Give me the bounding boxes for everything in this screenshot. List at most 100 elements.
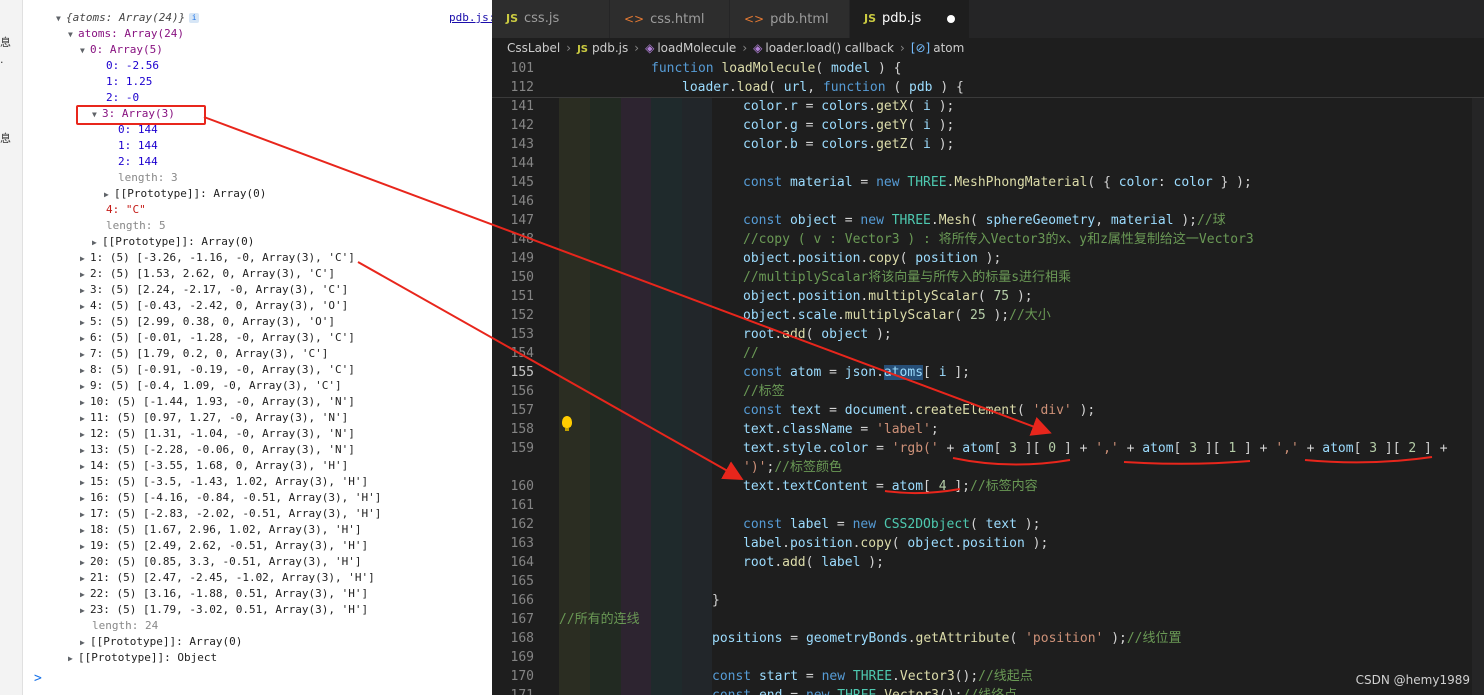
expand-arrow-icon[interactable]: ▶ bbox=[80, 555, 90, 571]
code-line[interactable]: text.style.color = 'rgb(' + atom[ 3 ][ 0… bbox=[743, 439, 1448, 458]
expand-arrow-icon[interactable]: ▶ bbox=[80, 411, 90, 427]
expand-arrow-icon[interactable]: ▶ bbox=[80, 283, 90, 299]
expand-arrow-icon[interactable]: ▶ bbox=[80, 635, 90, 651]
expand-arrow-icon[interactable]: ▶ bbox=[80, 507, 90, 523]
code-line[interactable]: const material = new THREE.MeshPhongMate… bbox=[743, 173, 1252, 192]
unsaved-dot-icon[interactable] bbox=[947, 15, 955, 23]
expand-arrow-icon[interactable]: ▶ bbox=[80, 571, 90, 587]
expand-arrow-icon[interactable]: ▶ bbox=[80, 299, 90, 315]
code-line[interactable]: object.scale.multiplyScalar( 25 );//大小 bbox=[743, 306, 1051, 325]
code-line[interactable]: positions = geometryBonds.getAttribute( … bbox=[712, 629, 1182, 648]
atom-0-prototype-node[interactable]: ▶ [[Prototype]]: Array(0) bbox=[92, 234, 254, 250]
code-line[interactable]: color.b = colors.getZ( i ); bbox=[743, 135, 954, 154]
breadcrumb-item[interactable]: loader.load() callback bbox=[765, 41, 894, 55]
atom-row[interactable]: ▶ 16: (5) [-4.16, -0.84, -0.51, Array(3),… bbox=[80, 490, 381, 506]
sticky-line[interactable]: loader.load( url, function ( pdb ) { bbox=[682, 78, 964, 97]
atom-row[interactable]: ▶ 21: (5) [2.47, -2.45, -1.02, Array(3), … bbox=[80, 570, 375, 586]
code-line[interactable]: const object = new THREE.Mesh( sphereGeo… bbox=[743, 211, 1226, 230]
atom-row[interactable]: ▶ 22: (5) [3.16, -1.88, 0.51, Array(3), '… bbox=[80, 586, 368, 602]
expand-arrow-icon[interactable]: ▶ bbox=[92, 235, 102, 251]
color-prototype-node[interactable]: ▶ [[Prototype]]: Array(0) bbox=[104, 186, 266, 202]
code-line[interactable]: const end = new THREE.Vector3();//线终点 bbox=[712, 686, 1017, 695]
atom-row[interactable]: ▶ 3: (5) [2.24, -2.17, -0, Array(3), 'C'] bbox=[80, 282, 348, 298]
atom-row[interactable]: ▶ 10: (5) [-1.44, 1.93, -0, Array(3), 'N'… bbox=[80, 394, 355, 410]
atom-row[interactable]: ▶ 17: (5) [-2.83, -2.02, -0.51, Array(3),… bbox=[80, 506, 381, 522]
atom-row[interactable]: ▶ 11: (5) [0.97, 1.27, -0, Array(3), 'N'] bbox=[80, 410, 348, 426]
atom-row[interactable]: ▶ 9: (5) [-0.4, 1.09, -0, Array(3), 'C'] bbox=[80, 378, 342, 394]
console-prompt[interactable]: > bbox=[34, 671, 42, 686]
tab-pdb-js[interactable]: JS pdb.js bbox=[850, 0, 970, 38]
collapse-arrow-icon[interactable]: ▼ bbox=[80, 43, 90, 59]
expand-arrow-icon[interactable]: ▶ bbox=[80, 267, 90, 283]
minimap[interactable] bbox=[1472, 59, 1484, 695]
expand-arrow-icon[interactable]: ▶ bbox=[80, 475, 90, 491]
expand-arrow-icon[interactable]: ▶ bbox=[80, 587, 90, 603]
expand-arrow-icon[interactable]: ▶ bbox=[80, 523, 90, 539]
code-line[interactable]: root.add( label ); bbox=[743, 553, 884, 572]
code-line[interactable]: const atom = json.atoms[ i ]; bbox=[743, 363, 970, 382]
code-line[interactable]: object.position.copy( position ); bbox=[743, 249, 1001, 268]
expand-arrow-icon[interactable]: ▶ bbox=[80, 315, 90, 331]
expand-arrow-icon[interactable]: ▶ bbox=[80, 491, 90, 507]
code-line[interactable]: //copy ( v : Vector3 ) : 将所传入Vector3的x、y… bbox=[743, 230, 1254, 249]
code-line[interactable]: text.className = 'label'; bbox=[743, 420, 939, 439]
code-line[interactable]: color.r = colors.getX( i ); bbox=[743, 97, 954, 116]
breadcrumb-item[interactable]: loadMolecule bbox=[657, 41, 736, 55]
code-line[interactable]: label.position.copy( object.position ); bbox=[743, 534, 1048, 553]
atom-row[interactable]: ▶ 1: (5) [-3.26, -1.16, -0, Array(3), 'C'… bbox=[80, 250, 355, 266]
expand-arrow-icon[interactable]: ▶ bbox=[80, 379, 90, 395]
atom-row[interactable]: ▶ 15: (5) [-3.5, -1.43, 1.02, Array(3), '… bbox=[80, 474, 368, 490]
code-line[interactable]: color.g = colors.getY( i ); bbox=[743, 116, 954, 135]
source-link[interactable]: pdb.js: bbox=[449, 11, 492, 24]
breadcrumb-item[interactable]: atom bbox=[933, 41, 964, 55]
expand-arrow-icon[interactable]: ▶ bbox=[68, 651, 78, 667]
code-line[interactable]: // bbox=[743, 344, 759, 363]
expand-arrow-icon[interactable]: ▶ bbox=[80, 251, 90, 267]
expand-arrow-icon[interactable]: ▶ bbox=[80, 539, 90, 555]
collapse-arrow-icon[interactable]: ▼ bbox=[68, 27, 78, 43]
code-line[interactable]: //multiplyScalar将该向量与所传入的标量s进行相乘 bbox=[743, 268, 1071, 287]
expand-arrow-icon[interactable]: ▶ bbox=[80, 331, 90, 347]
sticky-line[interactable]: function loadMolecule( model ) { bbox=[651, 59, 901, 78]
atom-0-node[interactable]: ▼ 0: Array(5) bbox=[80, 42, 163, 58]
atom-row[interactable]: ▶ 8: (5) [-0.91, -0.19, -0, Array(3), 'C'… bbox=[80, 362, 355, 378]
tab-css-html[interactable]: <> css.html bbox=[610, 0, 730, 38]
expand-arrow-icon[interactable]: ▶ bbox=[80, 347, 90, 363]
info-icon[interactable]: i bbox=[189, 13, 200, 23]
atom-row[interactable]: ▶ 12: (5) [1.31, -1.04, -0, Array(3), 'N'… bbox=[80, 426, 355, 442]
atom-row[interactable]: ▶ 5: (5) [2.99, 0.38, 0, Array(3), 'O'] bbox=[80, 314, 335, 330]
atom-row[interactable]: ▶ 23: (5) [1.79, -3.02, 0.51, Array(3), '… bbox=[80, 602, 368, 618]
atoms-node[interactable]: ▼ atoms: Array(24) bbox=[68, 26, 184, 42]
atom-row[interactable]: ▶ 18: (5) [1.67, 2.96, 1.02, Array(3), 'H… bbox=[80, 522, 362, 538]
root-prototype-node[interactable]: ▶ [[Prototype]]: Object bbox=[68, 650, 217, 666]
atom-row[interactable]: ▶ 7: (5) [1.79, 0.2, 0, Array(3), 'C'] bbox=[80, 346, 328, 362]
atom-row[interactable]: ▶ 6: (5) [-0.01, -1.28, -0, Array(3), 'C'… bbox=[80, 330, 355, 346]
atom-row[interactable]: ▶ 20: (5) [0.85, 3.3, -0.51, Array(3), 'H… bbox=[80, 554, 362, 570]
console-root-object[interactable]: ▼ {atoms: Array(24)} i bbox=[56, 10, 200, 27]
tab-css-js[interactable]: JS css.js bbox=[492, 0, 610, 38]
code-line[interactable]: //所有的连线 bbox=[559, 610, 640, 629]
expand-arrow-icon[interactable]: ▶ bbox=[80, 603, 90, 619]
expand-arrow-icon[interactable]: ▶ bbox=[80, 395, 90, 411]
expand-arrow-icon[interactable]: ▶ bbox=[80, 363, 90, 379]
code-line[interactable]: const label = new CSS2DObject( text ); bbox=[743, 515, 1040, 534]
code-area[interactable]: 101 function loadMolecule( model ) { 112… bbox=[492, 59, 1484, 695]
expand-arrow-icon[interactable]: ▶ bbox=[80, 459, 90, 475]
code-line[interactable]: } bbox=[712, 591, 720, 610]
expand-arrow-icon[interactable]: ▶ bbox=[104, 187, 114, 203]
collapse-arrow-icon[interactable]: ▼ bbox=[56, 11, 66, 27]
atoms-prototype-node[interactable]: ▶ [[Prototype]]: Array(0) bbox=[80, 634, 242, 650]
atom-row[interactable]: ▶ 19: (5) [2.49, 2.62, -0.51, Array(3), '… bbox=[80, 538, 368, 554]
code-line[interactable]: ')';//标签颜色 bbox=[743, 458, 842, 477]
expand-arrow-icon[interactable]: ▶ bbox=[80, 427, 90, 443]
atom-row[interactable]: ▶ 13: (5) [-2.28, -0.06, 0, Array(3), 'N'… bbox=[80, 442, 355, 458]
atom-row[interactable]: ▶ 2: (5) [1.53, 2.62, 0, Array(3), 'C'] bbox=[80, 266, 335, 282]
lightbulb-icon[interactable] bbox=[562, 416, 572, 431]
atom-row[interactable]: ▶ 4: (5) [-0.43, -2.42, 0, Array(3), 'O'] bbox=[80, 298, 348, 314]
code-line[interactable]: object.position.multiplyScalar( 75 ); bbox=[743, 287, 1033, 306]
tab-pdb-html[interactable]: <> pdb.html bbox=[730, 0, 850, 38]
atom-row[interactable]: ▶ 14: (5) [-3.55, 1.68, 0, Array(3), 'H'] bbox=[80, 458, 348, 474]
breadcrumb-item[interactable]: CssLabel bbox=[507, 41, 560, 55]
code-line[interactable]: text.textContent = atom[ 4 ];//标签内容 bbox=[743, 477, 1038, 496]
code-line[interactable]: //标签 bbox=[743, 382, 785, 401]
